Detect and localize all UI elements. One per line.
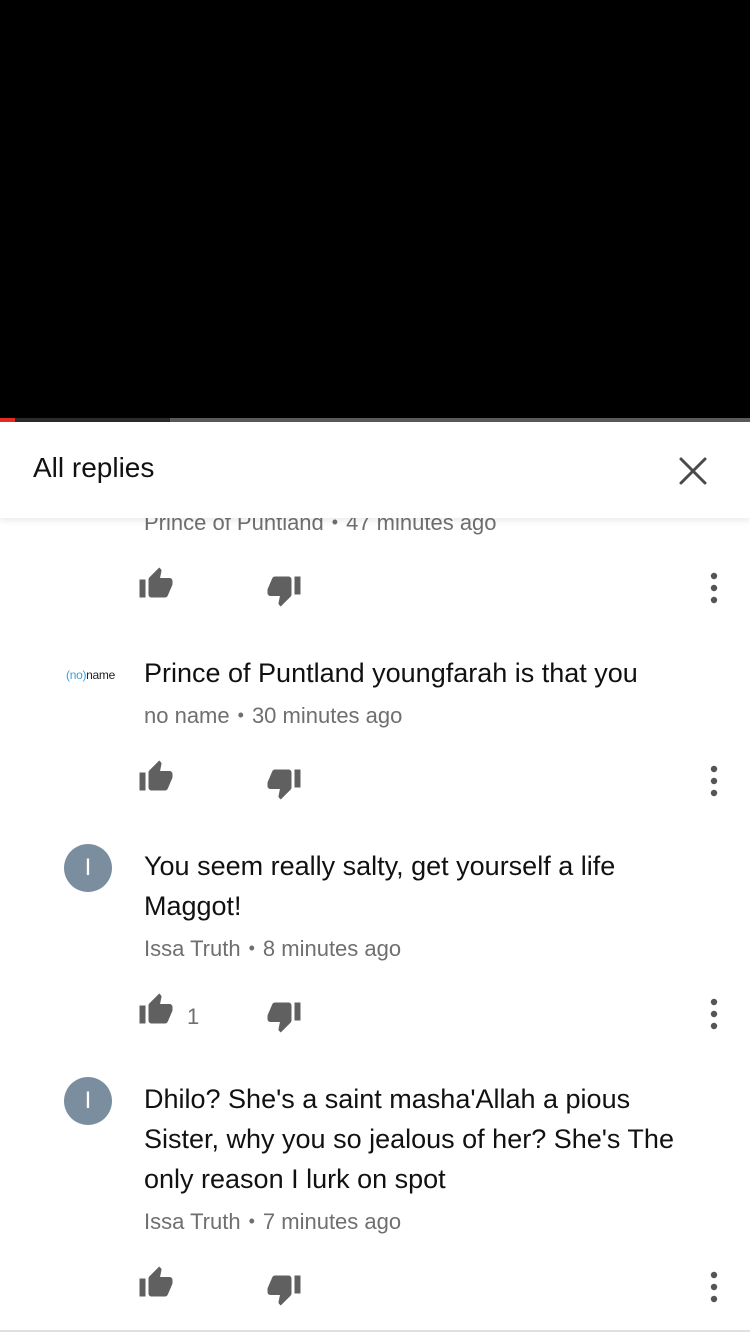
dislike-button[interactable] [266,572,310,616]
dislike-button[interactable] [266,765,310,809]
comment-author: Issa Truth [144,936,241,961]
comment-actions: 1 [0,992,750,1042]
more-options-button[interactable] [698,568,730,612]
thumb-up-icon [139,567,173,598]
comment-time: 7 minutes ago [262,1209,402,1234]
comment-author: no name [144,703,230,728]
video-player[interactable] [0,0,750,418]
more-vert-icon [710,572,718,604]
comment-actions [0,566,750,616]
avatar[interactable]: I [64,844,112,892]
comment-author: Issa Truth [144,1209,241,1234]
comment-meta: Prince of Puntland • 47 minutes ago [144,518,497,536]
dislike-button[interactable] [266,998,310,1042]
avatar-letter: I [84,1087,92,1114]
close-button[interactable] [668,442,720,498]
bottom-divider [0,1330,750,1332]
more-options-button[interactable] [698,1267,730,1311]
more-vert-icon [710,765,718,797]
avatar: (no)name [66,668,115,682]
comment-text: Prince of Puntland youngfarah is that yo… [144,658,638,688]
comment-meta: Issa Truth • 8 minutes ago [144,936,402,961]
more-options-button[interactable] [698,761,730,805]
thumb-up-icon [139,760,173,791]
thumb-up-icon [139,1266,173,1297]
dislike-button[interactable] [266,1271,310,1315]
more-vert-icon [710,998,718,1030]
thumb-down-icon [267,576,301,607]
thumb-down-icon [267,1002,301,1033]
like-button[interactable] [138,992,182,1036]
like-button[interactable] [138,759,182,803]
avatar-logo-text: (no)name [66,668,115,682]
more-options-button[interactable] [698,994,730,1038]
comment-meta: Issa Truth • 7 minutes ago [144,1209,402,1234]
comment-time: 30 minutes ago [251,703,403,728]
comment-actions [0,1265,750,1315]
comment-author: Prince of Puntland [144,518,324,535]
replies-panel-header: All replies [0,422,750,518]
comment-actions [0,759,750,809]
panel-title: All replies [33,452,155,483]
thumb-down-icon [267,769,301,800]
comment-text: Dhilo? She's a saint masha'Allah a pious… [144,1084,674,1194]
thumb-up-icon [139,993,173,1024]
like-count: 1 [187,1004,200,1029]
more-vert-icon [710,1271,718,1303]
comment-meta: no name • 30 minutes ago [144,703,403,728]
thumb-down-icon [267,1275,301,1306]
replies-list[interactable]: Prince of Puntland • 47 minutes ago (no)na… [0,518,750,1330]
like-button[interactable] [138,1265,182,1309]
comment-time: 47 minutes ago [346,518,497,535]
avatar[interactable]: I [64,1077,112,1125]
avatar-letter: I [84,854,92,881]
comment-text: You seem really salty, get yourself a li… [144,851,616,921]
like-button[interactable] [138,566,182,610]
comment-time: 8 minutes ago [262,936,402,961]
close-icon [679,457,707,485]
